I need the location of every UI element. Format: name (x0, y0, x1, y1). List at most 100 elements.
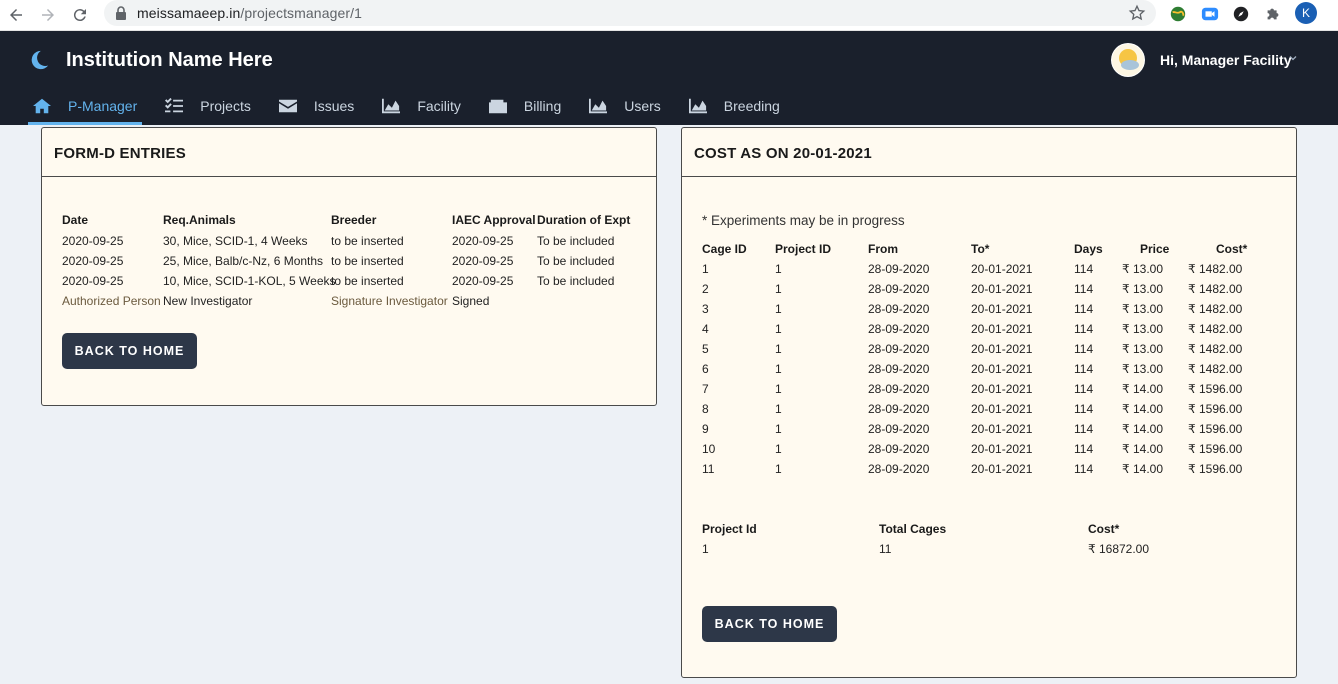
table-cell: 20-01-2021 (971, 422, 1033, 436)
back-arrow-icon[interactable] (4, 3, 28, 27)
table-cell: 3 (702, 302, 709, 316)
column-header: Days (1074, 242, 1103, 256)
table-cell: 20-01-2021 (971, 322, 1033, 336)
table-cell: ₹ 13.00 (1122, 262, 1163, 276)
video-extension-icon[interactable] (1199, 3, 1221, 25)
back-to-home-button[interactable]: BACK TO HOME (62, 333, 197, 369)
table-cell: 28-09-2020 (868, 442, 930, 456)
table-cell: 2 (702, 282, 709, 296)
table-cell: To be included (537, 234, 615, 248)
brand-title[interactable]: Institution Name Here (66, 49, 273, 72)
cost-title: COST AS ON 20-01-2021 (682, 128, 1296, 177)
table-cell: 20-01-2021 (971, 382, 1033, 396)
profile-avatar[interactable]: K (1295, 2, 1317, 24)
globe-extension-icon[interactable] (1167, 3, 1189, 25)
tab-label: Issues (313, 98, 355, 114)
table-cell: ₹ 1596.00 (1188, 442, 1243, 456)
table-cell: 1 (775, 342, 782, 356)
table-cell: ₹ 1482.00 (1188, 282, 1243, 296)
table-cell: 1 (775, 262, 782, 276)
table-cell: 114 (1074, 362, 1094, 376)
url-host: meissamaeep.in (137, 5, 241, 21)
signature-cell: Signature Investigator (331, 294, 448, 308)
table-cell: 1 (775, 322, 782, 336)
envelope-icon (278, 99, 297, 113)
signature-cell: Signed (452, 294, 490, 308)
user-avatar[interactable] (1111, 43, 1145, 77)
compass-extension-icon[interactable] (1230, 3, 1252, 25)
table-cell: 20-01-2021 (971, 402, 1033, 416)
url-path: /projectsmanager/1 (240, 5, 362, 21)
summary-header: Cost* (1088, 522, 1120, 536)
table-cell: 28-09-2020 (868, 342, 930, 356)
table-cell: ₹ 14.00 (1122, 422, 1163, 436)
table-cell: 28-09-2020 (868, 462, 930, 476)
bookmark-star-icon[interactable] (1128, 4, 1146, 22)
table-cell: 28-09-2020 (868, 302, 930, 316)
column-header: Req.Animals (163, 213, 236, 227)
tab-label: Billing (523, 98, 562, 114)
table-cell: 114 (1074, 382, 1094, 396)
table-cell: ₹ 14.00 (1122, 402, 1163, 416)
back-to-home-button[interactable]: BACK TO HOME (702, 606, 837, 642)
table-cell: 1 (775, 382, 782, 396)
tab-p-manager[interactable]: P-Manager (28, 89, 143, 125)
summary-header: Project Id (702, 522, 757, 536)
table-cell: ₹ 13.00 (1122, 322, 1163, 336)
table-cell: 2020-09-25 (452, 274, 514, 288)
table-cell: ₹ 14.00 (1122, 442, 1163, 456)
table-cell: 10, Mice, SCID-1-KOL, 5 Weeks (163, 274, 336, 288)
puzzle-extensions-icon[interactable] (1262, 3, 1284, 25)
table-cell: 1 (775, 402, 782, 416)
table-cell: 114 (1074, 262, 1094, 276)
reload-icon[interactable] (68, 3, 92, 27)
table-cell: To be included (537, 254, 615, 268)
table-cell: 114 (1074, 402, 1094, 416)
table-cell: 28-09-2020 (868, 322, 930, 336)
signature-cell: New Investigator (163, 294, 253, 308)
table-cell: 20-01-2021 (971, 302, 1033, 316)
table-cell: ₹ 1596.00 (1188, 382, 1243, 396)
table-cell: 2020-09-25 (62, 254, 124, 268)
table-cell: ₹ 1596.00 (1188, 402, 1243, 416)
table-cell: To be included (537, 274, 615, 288)
address-bar[interactable]: meissamaeep.in/projectsmanager/1 (104, 0, 1156, 26)
wallet-icon (488, 99, 507, 114)
chevron-down-icon[interactable] (1288, 53, 1298, 63)
tab-billing[interactable]: Billing (484, 89, 566, 123)
table-cell: to be inserted (331, 234, 404, 248)
table-cell: ₹ 13.00 (1122, 362, 1163, 376)
tab-breeding[interactable]: Breeding (684, 89, 785, 123)
area-chart-icon (589, 98, 608, 114)
column-header: Project ID (775, 242, 832, 256)
table-cell: 8 (702, 402, 709, 416)
table-cell: 28-09-2020 (868, 402, 930, 416)
table-cell: ₹ 13.00 (1122, 282, 1163, 296)
table-cell: 20-01-2021 (971, 282, 1033, 296)
tab-facility[interactable]: Facility (377, 89, 466, 123)
url-text: meissamaeep.in/projectsmanager/1 (137, 5, 362, 21)
table-cell: 1 (702, 262, 709, 276)
column-header: Date (62, 213, 89, 227)
table-cell: 10 (702, 442, 716, 456)
table-cell: 20-01-2021 (971, 262, 1033, 276)
table-cell: to be inserted (331, 274, 404, 288)
table-cell: 1 (775, 462, 782, 476)
tab-issues[interactable]: Issues (274, 89, 359, 123)
table-cell: 20-01-2021 (971, 442, 1033, 456)
forward-arrow-icon[interactable] (36, 3, 60, 27)
tab-users[interactable]: Users (584, 89, 666, 123)
table-cell: to be inserted (331, 254, 404, 268)
table-cell: 1 (775, 442, 782, 456)
formd-card: FORM-D ENTRIES Date Req.Animals Breeder IAE… (41, 127, 657, 406)
home-icon (33, 98, 51, 113)
column-header: Duration of Expt (537, 213, 631, 227)
column-header: From (868, 242, 898, 256)
table-cell: 1 (775, 362, 782, 376)
table-cell: ₹ 1482.00 (1188, 322, 1243, 336)
cost-card: COST AS ON 20-01-2021 * Experiments may … (681, 127, 1297, 678)
table-cell: 114 (1074, 302, 1094, 316)
tab-projects[interactable]: Projects (160, 89, 256, 123)
user-greeting[interactable]: Hi, Manager Facility (1160, 52, 1291, 68)
table-cell: 2020-09-25 (452, 254, 514, 268)
